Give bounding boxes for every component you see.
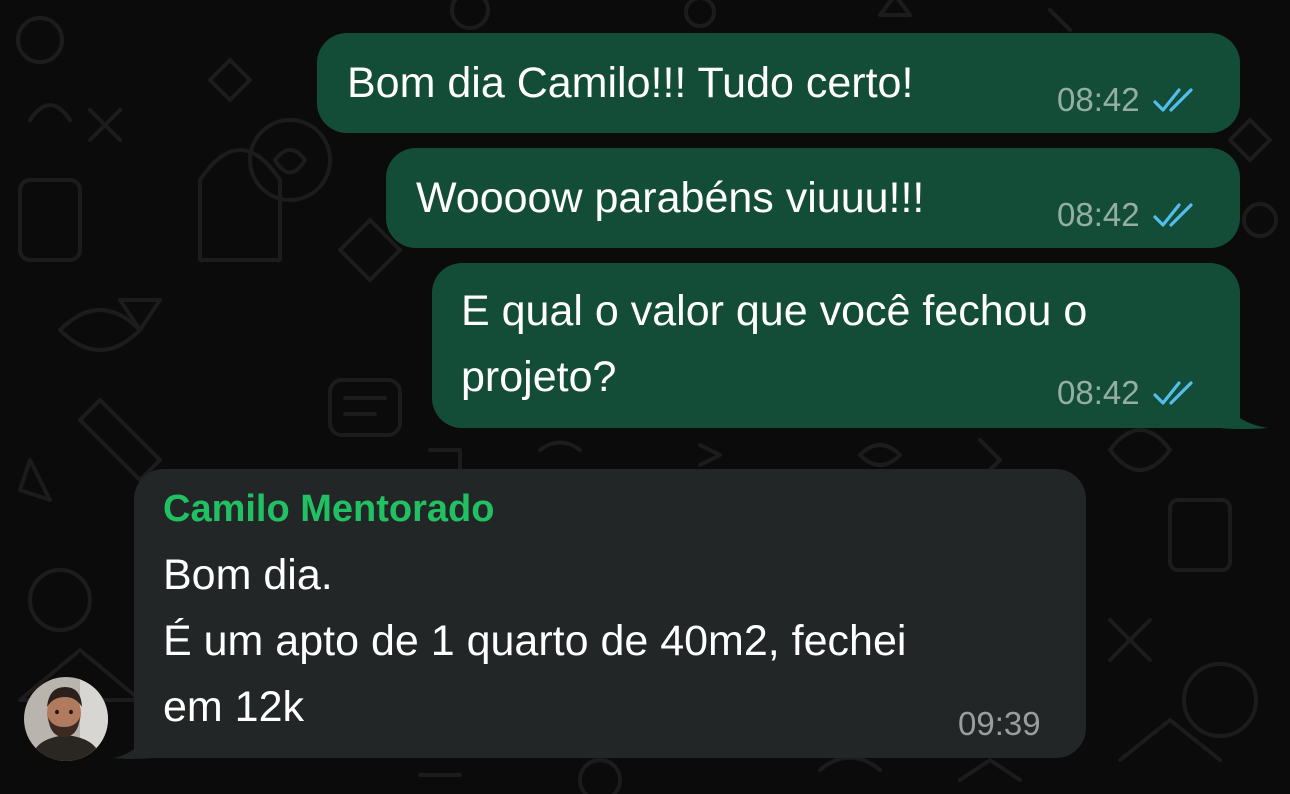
message-time: 08:42: [1057, 196, 1140, 233]
contact-avatar[interactable]: [24, 677, 108, 761]
double-check-read-icon: [1152, 203, 1193, 227]
message-time: 08:42: [1057, 81, 1140, 118]
message-text: É um apto de 1 quarto de 40m2, fechei: [163, 617, 907, 665]
outgoing-message[interactable]: E qual o valor que você fechou o projeto…: [432, 263, 1240, 428]
message-text: Woooow parabéns viuuu!!!: [416, 174, 925, 222]
message-text: E qual o valor que você fechou o: [461, 287, 1088, 335]
message-text: Bom dia Camilo!!! Tudo certo!: [347, 59, 914, 107]
message-meta: 08:42: [1057, 374, 1198, 412]
sender-name[interactable]: Camilo Mentorado: [163, 488, 494, 531]
message-meta: 09:39: [958, 705, 1041, 743]
outgoing-message[interactable]: Bom dia Camilo!!! Tudo certo! 08:42: [317, 33, 1240, 133]
message-meta: 08:42: [1057, 196, 1198, 234]
message-text: Bom dia.: [163, 551, 333, 599]
message-time: 09:39: [958, 705, 1041, 742]
message-text: em 12k: [163, 683, 305, 731]
avatar-photo: [24, 677, 108, 761]
double-check-read-icon: [1152, 88, 1193, 112]
message-time: 08:42: [1057, 374, 1140, 411]
outgoing-message[interactable]: Woooow parabéns viuuu!!! 08:42: [386, 148, 1240, 248]
incoming-message[interactable]: Camilo Mentorado Bom dia. É um apto de 1…: [134, 469, 1086, 758]
double-check-read-icon: [1152, 381, 1193, 405]
message-text: projeto?: [461, 353, 617, 401]
message-meta: 08:42: [1057, 81, 1198, 119]
